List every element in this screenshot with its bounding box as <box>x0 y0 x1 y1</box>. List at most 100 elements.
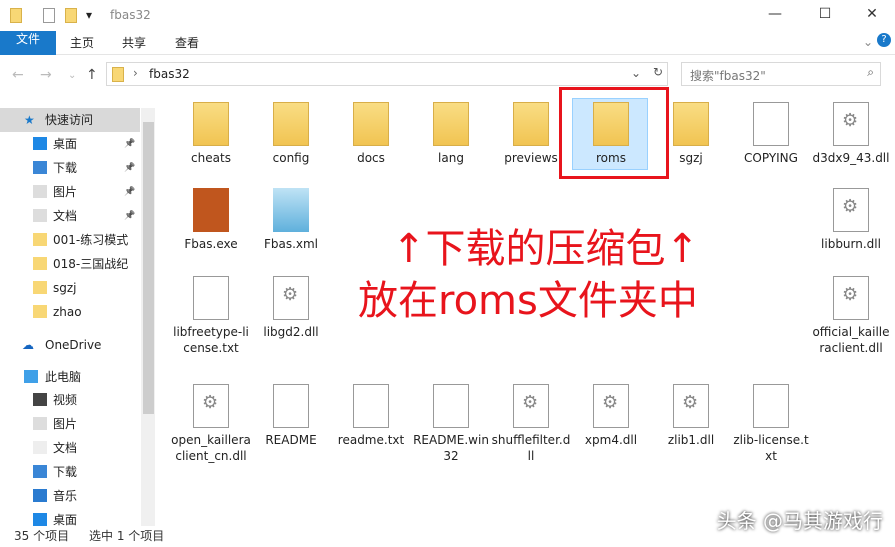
document-icon <box>273 384 309 428</box>
close-button[interactable]: ✕ <box>862 6 882 22</box>
tab-share[interactable]: 共享 <box>110 31 158 55</box>
file-name: zlib-license.txt <box>733 433 809 463</box>
file-item[interactable]: readme.txt <box>331 384 411 448</box>
file-item[interactable]: zlib-license.txt <box>731 384 811 464</box>
annotation-line-1: ↑下载的压缩包↑ <box>392 226 700 272</box>
sidebar-item-label: 018-三国战纪 <box>53 257 129 271</box>
folder-icon <box>33 513 47 526</box>
sidebar-item[interactable]: 视频 <box>0 388 140 412</box>
new-folder-icon[interactable] <box>65 8 77 23</box>
file-item[interactable]: libburn.dll <box>811 188 891 252</box>
tab-view[interactable]: 查看 <box>163 31 211 55</box>
file-item[interactable]: shufflefilter.dll <box>491 384 571 464</box>
selected-count: 选中 1 个项目 <box>89 529 165 543</box>
file-name: COPYING <box>744 151 798 165</box>
cloud-icon: ☁ <box>22 338 34 352</box>
search-input[interactable]: 搜索"fbas32" ⌕ <box>681 62 881 86</box>
sidebar-item[interactable]: 018-三国战纪 <box>0 252 140 276</box>
forward-icon[interactable]: → <box>40 67 52 83</box>
file-item[interactable]: open_kailleraclient_cn.dll <box>171 384 251 464</box>
watermark: 头条 @马其游戏行 <box>716 509 883 533</box>
file-item[interactable]: Fbas.xml <box>251 188 331 252</box>
sidebar-item-label: 快速访问 <box>45 113 94 127</box>
file-item[interactable]: cheats <box>171 102 251 166</box>
maximize-button[interactable]: ☐ <box>815 6 835 22</box>
sidebar-item-label: 图片 <box>53 417 78 431</box>
properties-icon[interactable] <box>43 8 55 23</box>
sidebar-item[interactable]: 001-练习模式 <box>0 228 140 252</box>
pin-icon[interactable]: 📌 <box>124 132 135 156</box>
sidebar-item-label: 音乐 <box>53 489 78 503</box>
file-name: open_kailleraclient_cn.dll <box>171 433 251 463</box>
address-input[interactable]: › fbas32 ⌄ ↻ <box>106 62 668 86</box>
help-icon[interactable]: ? <box>877 33 891 47</box>
sidebar-item-onedrive[interactable]: ☁ OneDrive <box>0 333 140 357</box>
sidebar-scrollbar[interactable] <box>141 108 155 526</box>
sidebar-item-this-pc[interactable]: 此电脑 <box>0 365 140 389</box>
file-item[interactable]: config <box>251 102 331 166</box>
folder-icon <box>353 102 389 146</box>
annotation-box <box>559 87 669 179</box>
sidebar-item[interactable]: 文档 📌 <box>0 204 140 228</box>
back-icon[interactable]: ← <box>12 67 24 83</box>
file-item[interactable]: README.win32 <box>411 384 491 464</box>
file-name: readme.txt <box>337 433 405 447</box>
search-placeholder: 搜索"fbas32" <box>690 69 766 83</box>
dll-gear-icon <box>193 384 229 428</box>
customize-dropdown-icon[interactable]: ▾ <box>86 8 92 22</box>
navigation-pane: ★ 快速访问 桌面 📌 下载 📌 图片 📌 文档 📌 001-练习模式 018-三国战纪 sgzj z… <box>0 108 157 527</box>
sidebar-item-quick-access[interactable]: ★ 快速访问 <box>0 108 140 132</box>
refresh-icon[interactable]: ↻ <box>653 65 663 79</box>
recent-dropdown-icon[interactable]: ⌄ <box>68 70 76 81</box>
sidebar-item[interactable]: 音乐 <box>0 484 140 508</box>
file-item[interactable]: Fbas.exe <box>171 188 251 252</box>
sidebar-item[interactable]: 下载 📌 <box>0 156 140 180</box>
sidebar-item[interactable]: 图片 <box>0 412 140 436</box>
sidebar-item-label: 此电脑 <box>45 370 82 384</box>
folder-icon <box>513 102 549 146</box>
xml-notepad-icon <box>273 188 309 232</box>
sidebar-item[interactable]: 图片 📌 <box>0 180 140 204</box>
sidebar-item[interactable]: 文档 <box>0 436 140 460</box>
tab-home[interactable]: 主页 <box>58 31 106 55</box>
address-dropdown-icon[interactable]: ⌄ <box>631 66 641 80</box>
file-item[interactable]: xpm4.dll <box>571 384 651 448</box>
minimize-button[interactable]: — <box>765 6 785 22</box>
sidebar-item[interactable]: 桌面 📌 <box>0 132 140 156</box>
file-item[interactable]: official_kailleraclient.dll <box>811 276 891 356</box>
breadcrumb-chevron-icon: › <box>133 66 138 80</box>
scrollbar-thumb[interactable] <box>143 122 154 414</box>
file-name: Fbas.exe <box>184 237 238 251</box>
title-bar: ▾ fbas32 — ☐ ✕ <box>0 0 895 30</box>
file-name: config <box>272 151 310 165</box>
file-item[interactable]: README <box>251 384 331 448</box>
folder-icon <box>33 393 47 406</box>
folder-icon <box>33 233 47 246</box>
file-item[interactable]: lang <box>411 102 491 166</box>
file-item[interactable]: libfreetype-license.txt <box>171 276 251 356</box>
sidebar-item[interactable]: zhao <box>0 300 140 324</box>
up-icon[interactable]: ↑ <box>86 67 98 83</box>
dll-gear-icon <box>273 276 309 320</box>
sidebar-item-label: 001-练习模式 <box>53 233 129 247</box>
file-item[interactable]: COPYING <box>731 102 811 166</box>
file-item[interactable]: libgd2.dll <box>251 276 331 340</box>
dll-gear-icon <box>833 102 869 146</box>
file-name: docs <box>357 151 385 165</box>
pin-icon[interactable]: 📌 <box>124 204 135 228</box>
sidebar-item[interactable]: sgzj <box>0 276 140 300</box>
sidebar-item[interactable]: 下载 <box>0 460 140 484</box>
tab-file[interactable]: 文件 <box>0 31 56 55</box>
expand-ribbon-icon[interactable]: ⌄ <box>863 35 873 49</box>
file-item[interactable]: d3dx9_43.dll <box>811 102 891 166</box>
download-icon <box>33 161 47 174</box>
file-name: shufflefilter.dll <box>491 433 571 463</box>
pin-icon[interactable]: 📌 <box>124 156 135 180</box>
dll-gear-icon <box>593 384 629 428</box>
file-item[interactable]: zlib1.dll <box>651 384 731 448</box>
pin-icon[interactable]: 📌 <box>124 180 135 204</box>
folder-icon <box>33 417 47 430</box>
desktop-icon <box>33 137 47 150</box>
breadcrumb-item[interactable]: fbas32 <box>149 67 190 81</box>
file-item[interactable]: docs <box>331 102 411 166</box>
